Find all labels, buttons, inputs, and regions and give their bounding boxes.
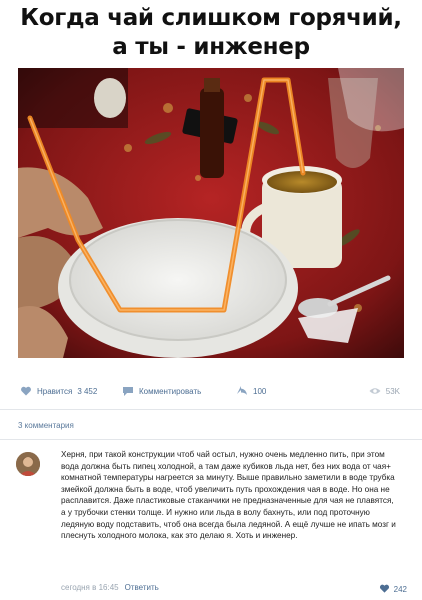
like-count: 3 452 <box>77 386 98 396</box>
like-button[interactable]: Нравится 3 452 <box>20 385 97 397</box>
divider <box>0 409 422 410</box>
comment-text: Херня, при такой конструкции чтоб чай ос… <box>61 450 396 541</box>
views-count: 53K <box>385 386 400 396</box>
vk-post: Когда чай слишком горячий, а ты - инжене… <box>0 0 422 600</box>
meme-caption-line-1: Когда чай слишком горячий, <box>20 5 402 31</box>
comment-like-count: 242 <box>393 585 407 594</box>
comment-time[interactable]: сегодня в 16:45 <box>61 583 119 592</box>
post-actions: Нравится 3 452 Комментировать 100 53K <box>18 380 404 404</box>
comment-button[interactable]: Комментировать <box>122 385 201 397</box>
comments-count[interactable]: 3 комментария <box>18 421 74 430</box>
share-icon <box>236 385 248 397</box>
heart-icon <box>379 583 390 596</box>
share-count: 100 <box>253 386 267 396</box>
eye-icon <box>369 385 381 397</box>
comment: Херня, при такой конструкции чтоб чай ос… <box>0 440 422 600</box>
like-label: Нравится <box>37 386 73 396</box>
reply-link[interactable]: Ответить <box>125 583 159 592</box>
comment-label: Комментировать <box>139 386 202 396</box>
comment-meta: сегодня в 16:45 Ответить <box>61 583 159 592</box>
meme-caption-line-2: а ты - инженер <box>112 34 310 60</box>
meme-caption: Когда чай слишком горячий, а ты - инжене… <box>0 4 422 62</box>
views: 53K <box>369 385 400 397</box>
comment-icon <box>122 385 134 397</box>
comment-like-button[interactable]: 242 <box>379 583 407 596</box>
heart-icon <box>20 385 32 397</box>
avatar[interactable] <box>16 452 40 476</box>
post-photo[interactable] <box>18 68 404 358</box>
share-button[interactable]: 100 <box>236 385 266 397</box>
